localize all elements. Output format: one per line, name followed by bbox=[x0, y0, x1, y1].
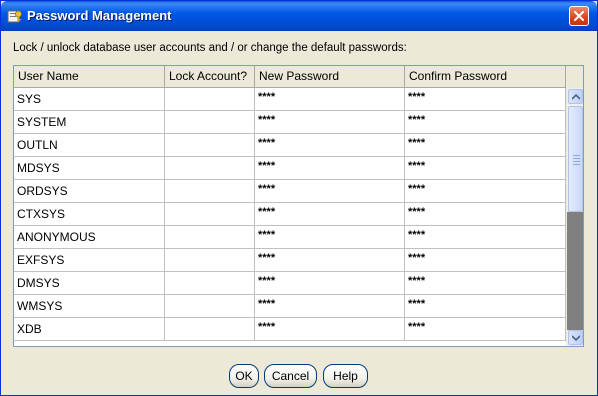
cell-user-name: WMSYS bbox=[14, 295, 165, 318]
cell-confirm-password[interactable]: **** bbox=[405, 157, 566, 180]
cell-confirm-password[interactable]: **** bbox=[405, 318, 566, 341]
cell-lock-account[interactable] bbox=[165, 88, 255, 111]
header-corner bbox=[566, 66, 583, 89]
table-row[interactable]: XDB **** **** bbox=[14, 318, 566, 341]
cell-lock-account[interactable] bbox=[165, 249, 255, 272]
cell-user-name: CTXSYS bbox=[14, 203, 165, 226]
cell-lock-account[interactable] bbox=[165, 226, 255, 249]
cell-user-name: EXFSYS bbox=[14, 249, 165, 272]
cell-new-password[interactable]: **** bbox=[255, 203, 405, 226]
table-row[interactable]: WMSYS **** **** bbox=[14, 295, 566, 318]
user-accounts-table: User Name Lock Account? New Password Con… bbox=[13, 65, 584, 347]
cell-new-password[interactable]: **** bbox=[255, 272, 405, 295]
app-key-icon bbox=[7, 8, 23, 24]
cell-user-name: SYSTEM bbox=[14, 111, 165, 134]
cell-lock-account[interactable] bbox=[165, 111, 255, 134]
cell-user-name: MDSYS bbox=[14, 157, 165, 180]
cell-confirm-password[interactable]: **** bbox=[405, 180, 566, 203]
window-title: Password Management bbox=[27, 8, 172, 23]
scroll-thumb[interactable] bbox=[568, 106, 583, 212]
arrow-down-icon bbox=[571, 334, 580, 341]
help-button[interactable]: Help bbox=[323, 364, 368, 388]
table-row[interactable]: EXFSYS **** **** bbox=[14, 249, 566, 272]
cell-new-password[interactable]: **** bbox=[255, 249, 405, 272]
cell-confirm-password[interactable]: **** bbox=[405, 249, 566, 272]
title-bar[interactable]: Password Management bbox=[1, 1, 597, 31]
cell-new-password[interactable]: **** bbox=[255, 88, 405, 111]
cell-lock-account[interactable] bbox=[165, 272, 255, 295]
cell-user-name: DMSYS bbox=[14, 272, 165, 295]
close-button[interactable] bbox=[569, 6, 589, 26]
column-header-confirm-password[interactable]: Confirm Password bbox=[405, 66, 566, 88]
scroll-track[interactable] bbox=[567, 212, 583, 330]
cell-new-password[interactable]: **** bbox=[255, 180, 405, 203]
cell-confirm-password[interactable]: **** bbox=[405, 111, 566, 134]
ok-button[interactable]: OK bbox=[229, 364, 259, 388]
cell-new-password[interactable]: **** bbox=[255, 318, 405, 341]
cell-user-name: ANONYMOUS bbox=[14, 226, 165, 249]
vertical-scrollbar[interactable] bbox=[566, 88, 583, 346]
column-header-user-name[interactable]: User Name bbox=[14, 66, 165, 88]
instruction-text: Lock / unlock database user accounts and… bbox=[13, 42, 407, 54]
cell-user-name: SYS bbox=[14, 88, 165, 111]
cell-new-password[interactable]: **** bbox=[255, 111, 405, 134]
password-management-dialog: Password Management Lock / unlock databa… bbox=[0, 0, 598, 396]
column-header-new-password[interactable]: New Password bbox=[255, 66, 405, 88]
table-row[interactable]: SYSTEM **** **** bbox=[14, 111, 566, 134]
cell-confirm-password[interactable]: **** bbox=[405, 226, 566, 249]
table-row[interactable]: MDSYS **** **** bbox=[14, 157, 566, 180]
cell-new-password[interactable]: **** bbox=[255, 226, 405, 249]
cell-user-name: ORDSYS bbox=[14, 180, 165, 203]
cell-user-name: OUTLN bbox=[14, 134, 165, 157]
cell-lock-account[interactable] bbox=[165, 318, 255, 341]
table-row[interactable]: CTXSYS **** **** bbox=[14, 203, 566, 226]
cell-new-password[interactable]: **** bbox=[255, 157, 405, 180]
column-header-lock-account[interactable]: Lock Account? bbox=[165, 66, 255, 88]
cell-confirm-password[interactable]: **** bbox=[405, 88, 566, 111]
arrow-up-icon bbox=[571, 93, 580, 100]
cell-lock-account[interactable] bbox=[165, 295, 255, 318]
cell-user-name: XDB bbox=[14, 318, 165, 341]
cell-new-password[interactable]: **** bbox=[255, 134, 405, 157]
cell-confirm-password[interactable]: **** bbox=[405, 295, 566, 318]
cancel-button[interactable]: Cancel bbox=[264, 364, 317, 388]
cell-confirm-password[interactable]: **** bbox=[405, 134, 566, 157]
table-row[interactable]: DMSYS **** **** bbox=[14, 272, 566, 295]
cell-lock-account[interactable] bbox=[165, 157, 255, 180]
table-row[interactable]: SYS **** **** bbox=[14, 88, 566, 111]
cell-confirm-password[interactable]: **** bbox=[405, 203, 566, 226]
table-row[interactable]: OUTLN **** **** bbox=[14, 134, 566, 157]
scroll-down-button[interactable] bbox=[568, 330, 583, 345]
cell-lock-account[interactable] bbox=[165, 180, 255, 203]
cell-lock-account[interactable] bbox=[165, 134, 255, 157]
cell-confirm-password[interactable]: **** bbox=[405, 272, 566, 295]
close-icon bbox=[574, 11, 584, 21]
scroll-up-button[interactable] bbox=[568, 89, 583, 104]
table-row[interactable]: ORDSYS **** **** bbox=[14, 180, 566, 203]
cell-new-password[interactable]: **** bbox=[255, 295, 405, 318]
cell-lock-account[interactable] bbox=[165, 203, 255, 226]
table-row[interactable]: ANONYMOUS **** **** bbox=[14, 226, 566, 249]
